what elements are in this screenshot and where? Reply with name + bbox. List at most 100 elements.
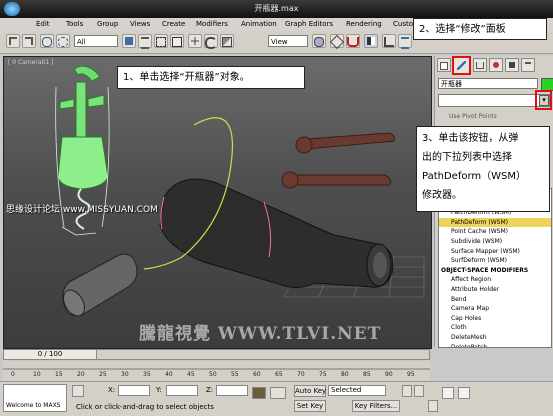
z-coordinate-field[interactable] (216, 385, 248, 396)
key-mode-dropdown[interactable]: Selected (328, 385, 386, 396)
align-button[interactable] (382, 34, 396, 48)
move-button[interactable] (188, 34, 202, 48)
menu-tools[interactable]: Tools (66, 20, 83, 28)
menu-group[interactable]: Group (97, 20, 118, 28)
tick-label: 80 (341, 371, 349, 378)
menu-graph-editors[interactable]: Graph Editors (285, 20, 333, 28)
list-item[interactable]: Bend (439, 295, 551, 305)
corkscrew-handle[interactable] (281, 132, 395, 189)
list-item[interactable]: Subdivide (WSM) (439, 237, 551, 247)
modifier-list[interactable]: Hair and Fur (WSM)MapScaler (WSM)PatchDe… (438, 188, 552, 348)
menu-customize[interactable]: Custo (393, 20, 413, 28)
redo-button[interactable] (22, 34, 36, 48)
time-config-button[interactable] (428, 400, 438, 412)
tick-label: 75 (319, 371, 327, 378)
undo-button[interactable] (6, 34, 20, 48)
bottle-object[interactable] (159, 178, 394, 288)
tab-display[interactable] (505, 58, 519, 72)
callout-step3-line2: 出的下拉列表中选择 (422, 152, 512, 163)
select-manipulate-button[interactable] (329, 34, 345, 50)
set-key-button[interactable]: Set Key (294, 400, 326, 412)
hammer-icon (525, 62, 531, 70)
go-to-start-button[interactable] (402, 385, 412, 397)
zoom-icon[interactable] (442, 387, 454, 399)
status-bar: Welcome to MAXS X: Y: Z: Click or click-… (0, 381, 553, 416)
object-name-field[interactable]: 开瓶器 (438, 78, 538, 89)
pan-icon[interactable] (458, 387, 470, 399)
tab-modify[interactable] (452, 56, 471, 75)
watermark-tlvi: 騰龍視覺 WWW.TLVI.NET (139, 324, 382, 344)
maxscript-text: Welcome to MAXS (6, 402, 61, 409)
list-item[interactable]: Cloth (439, 323, 551, 333)
rotate-button[interactable] (204, 34, 218, 49)
tick-label: 70 (297, 371, 305, 378)
mirror-button[interactable] (364, 34, 378, 48)
unlink-button[interactable] (56, 34, 70, 48)
scale-button[interactable] (220, 34, 234, 48)
list-item[interactable]: Cap Holes (439, 314, 551, 324)
selection-filter-dropdown[interactable]: All (74, 35, 118, 47)
crossing-icon (172, 37, 182, 47)
menu-modifiers[interactable]: Modifiers (196, 20, 228, 28)
auto-key-button[interactable]: Auto Key (294, 385, 326, 397)
trackbar-ticks (3, 368, 430, 370)
callout-step1: 1、单击选择“开瓶器”对象。 (117, 66, 305, 89)
list-section-header: OBJECT-SPACE MODIFIERS (439, 265, 551, 276)
list-item[interactable]: SurfDeform (WSM) (439, 256, 551, 266)
list-item[interactable]: PathDeform (WSM) (439, 217, 551, 228)
unlink-icon (58, 37, 68, 47)
list-item[interactable]: Affect Region (439, 275, 551, 285)
select-link-button[interactable] (40, 34, 54, 48)
tab-utilities[interactable] (521, 58, 535, 72)
menu-create[interactable]: Create (162, 20, 185, 28)
key-mode-toggle[interactable] (270, 387, 286, 399)
menu-views[interactable]: Views (130, 20, 150, 28)
x-label: X: (108, 386, 116, 394)
layers-icon (401, 37, 409, 49)
tab-motion[interactable] (489, 58, 503, 72)
scale-icon (222, 37, 232, 47)
callout-step1-text: 1、单击选择“开瓶器”对象。 (123, 72, 250, 83)
list-item[interactable]: Attribute Holder (439, 285, 551, 295)
list-item[interactable]: Camera Map (439, 304, 551, 314)
link-icon (42, 37, 52, 47)
pivot-center-button[interactable] (312, 34, 326, 48)
list-item[interactable]: DeletePatch (439, 343, 551, 348)
select-object-button[interactable] (122, 34, 136, 48)
menu-animation[interactable]: Animation (241, 20, 277, 28)
modifier-list-dropdown[interactable] (438, 94, 550, 107)
window-crossing-button[interactable] (170, 34, 184, 48)
list-item[interactable]: Surface Mapper (WSM) (439, 247, 551, 257)
maxscript-listener[interactable]: Welcome to MAXS (3, 384, 67, 412)
trackbar[interactable]: 0 10 15 20 25 30 35 40 45 50 55 60 65 70 75 80 85 90 95 (3, 361, 430, 381)
callout-step3-line1: 3、单击该按钮，从弹 (422, 133, 519, 144)
list-item[interactable]: Point Cache (WSM) (439, 227, 551, 237)
tick-label: 50 (209, 371, 217, 378)
tick-label: 60 (253, 371, 261, 378)
key-filters-button[interactable]: Key Filters... (352, 400, 400, 412)
rectangular-selection-button[interactable] (154, 34, 168, 48)
layer-manager-button[interactable] (398, 34, 412, 49)
tab-create[interactable] (437, 58, 451, 72)
camera-viewport[interactable]: [ 0 Camera01 ] 思缘设计论坛 www.MISSYUAN.COM 騰… (3, 56, 432, 349)
snap-toggle-button[interactable] (346, 34, 360, 48)
list-item[interactable]: DeleteMesh (439, 333, 551, 343)
lock-selection-button[interactable] (72, 385, 84, 397)
play-button[interactable] (414, 385, 424, 397)
callout-step2: 2、选择“修改”面板 (413, 18, 547, 40)
time-slider[interactable]: 0 / 100 (3, 349, 430, 360)
y-coordinate-field[interactable] (166, 385, 198, 396)
tab-hierarchy[interactable] (473, 58, 487, 72)
menu-rendering[interactable]: Rendering (346, 20, 382, 28)
cork-object[interactable] (59, 253, 138, 320)
time-slider-thumb[interactable]: 0 / 100 (4, 350, 97, 359)
tick-label: 55 (231, 371, 239, 378)
select-by-name-button[interactable] (138, 34, 152, 49)
callout-step2-text: 2、选择“修改”面板 (419, 24, 506, 35)
use-pivot-points-checkbox[interactable]: Use Pivot Points (449, 113, 497, 120)
reference-coordinate-dropdown[interactable]: View (268, 35, 308, 47)
menu-edit[interactable]: Edit (36, 20, 50, 28)
tick-label: 65 (275, 371, 283, 378)
x-coordinate-field[interactable] (118, 385, 150, 396)
key-icon[interactable] (252, 387, 266, 399)
